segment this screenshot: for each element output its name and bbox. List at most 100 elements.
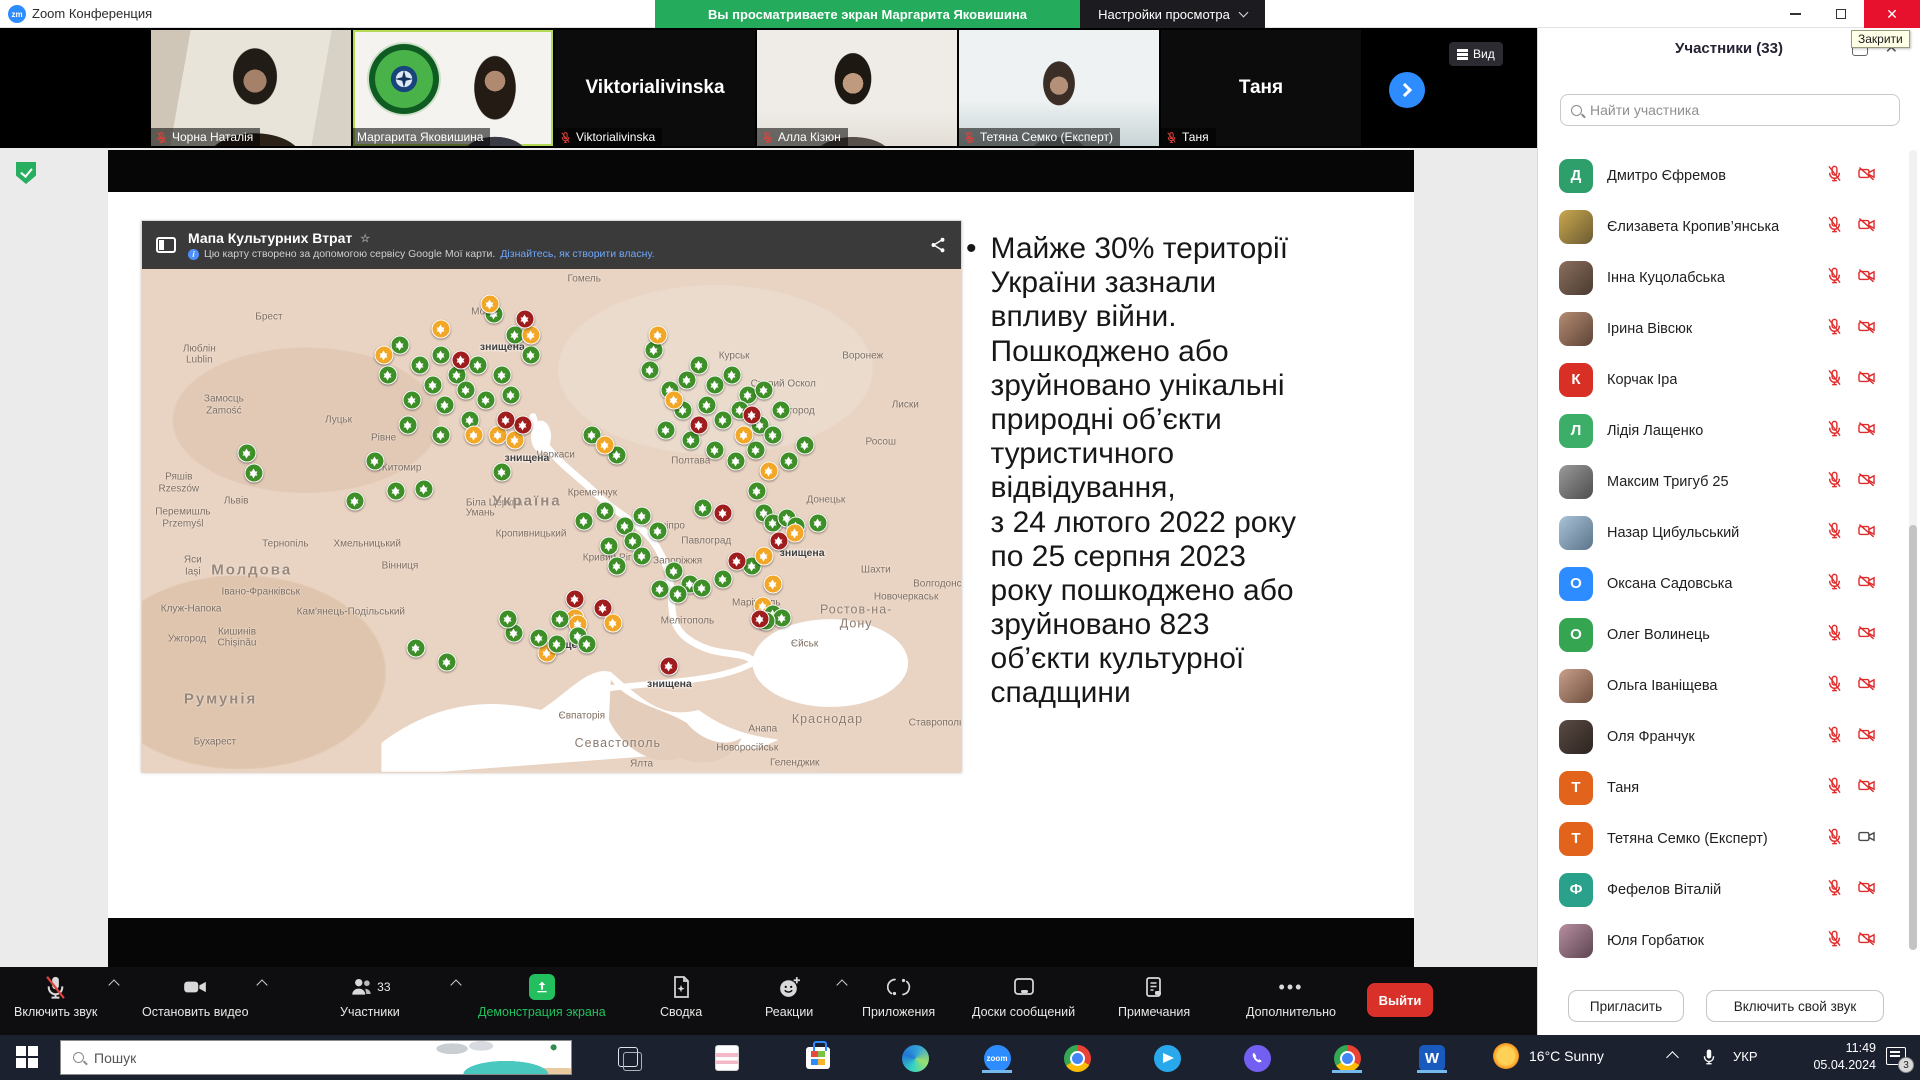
share-screen-button[interactable]: Демонстрация экрана <box>478 973 606 1019</box>
mic-muted-icon[interactable] <box>1825 470 1844 494</box>
marker-destroyed-red[interactable] <box>743 406 762 425</box>
marker-damaged-green[interactable] <box>550 609 569 628</box>
participant-row[interactable]: ККорчак Іра <box>1538 354 1920 405</box>
leave-button[interactable]: Выйти <box>1367 983 1433 1017</box>
apps-button[interactable]: Приложения <box>862 973 935 1019</box>
camera-off-icon[interactable] <box>1857 215 1876 239</box>
map-create-link[interactable]: Дізнайтесь, як створити власну. <box>500 248 654 260</box>
marker-damaged-green[interactable] <box>608 557 627 576</box>
marker-damaged-green[interactable] <box>436 396 455 415</box>
marker-damaged-green[interactable] <box>763 426 782 445</box>
marker-damaged-orange[interactable] <box>481 295 500 314</box>
marker-damaged-orange[interactable] <box>431 320 450 339</box>
mic-muted-icon[interactable] <box>1825 827 1844 851</box>
mic-muted-icon[interactable] <box>1825 368 1844 392</box>
marker-damaged-green[interactable] <box>501 386 520 405</box>
marker-destroyed-red[interactable] <box>516 310 535 329</box>
scrollbar-thumb[interactable] <box>1909 525 1917 950</box>
marker-damaged-green[interactable] <box>548 634 567 653</box>
marker-damaged-green[interactable] <box>476 391 495 410</box>
camera-off-icon[interactable] <box>1857 776 1876 800</box>
marker-damaged-green[interactable] <box>599 537 618 556</box>
stop-video-button[interactable]: Остановить видео <box>142 973 249 1019</box>
video-tile[interactable]: Маргарита Яковишина <box>353 30 553 146</box>
marker-damaged-green[interactable] <box>657 421 676 440</box>
close-button[interactable]: ✕ <box>1864 0 1920 28</box>
video-tile[interactable]: Тетяна Семко (Експерт) <box>959 30 1159 146</box>
marker-destroyed-red[interactable] <box>660 657 679 676</box>
marker-damaged-orange[interactable] <box>763 575 782 594</box>
marker-damaged-green[interactable] <box>431 345 450 364</box>
whiteboards-button[interactable]: Доски сообщений <box>972 973 1075 1019</box>
mic-muted-icon[interactable] <box>1825 623 1844 647</box>
more-button[interactable]: ••• Дополнительно <box>1246 973 1336 1019</box>
marker-damaged-green[interactable] <box>748 481 767 500</box>
maximize-button[interactable] <box>1818 0 1864 28</box>
mic-muted-icon[interactable] <box>1825 776 1844 800</box>
tray-chevron-icon[interactable] <box>1666 1051 1679 1064</box>
marker-damaged-green[interactable] <box>407 639 426 658</box>
participant-search[interactable] <box>1560 94 1900 126</box>
marker-damaged-green[interactable] <box>665 561 684 580</box>
marker-damaged-orange[interactable] <box>759 461 778 480</box>
marker-damaged-orange[interactable] <box>648 325 667 344</box>
weather-widget[interactable]: 16°C Sunny <box>1493 1043 1604 1069</box>
participant-row[interactable]: ЛЛідія Лащенко <box>1538 405 1920 456</box>
marker-damaged-green[interactable] <box>694 499 713 518</box>
marker-damaged-green[interactable] <box>640 360 659 379</box>
participant-row[interactable]: ДДмитро Єфремов <box>1538 150 1920 201</box>
notes-button[interactable]: Примечания <box>1118 973 1190 1019</box>
participant-row[interactable]: Ольга Іваніщева <box>1538 660 1920 711</box>
marker-damaged-green[interactable] <box>492 463 511 482</box>
video-tile[interactable]: ViktorialivinskaViktorialivinska <box>555 30 755 146</box>
participant-row[interactable]: Інна Куцолабська <box>1538 252 1920 303</box>
marker-damaged-green[interactable] <box>399 416 418 435</box>
mic-muted-icon[interactable] <box>1825 215 1844 239</box>
taskbar-clock[interactable]: 11:49 05.04.2024 <box>1788 1040 1876 1074</box>
map-panel-toggle-icon[interactable] <box>156 237 176 253</box>
participant-row[interactable]: Єлизавета Кропив’янська <box>1538 201 1920 252</box>
marker-damaged-green[interactable] <box>668 585 687 604</box>
mic-muted-icon[interactable] <box>1825 521 1844 545</box>
participant-row[interactable]: Оля Франчук <box>1538 711 1920 762</box>
view-button[interactable]: Вид <box>1449 42 1503 66</box>
invite-button[interactable]: Пригласить <box>1568 990 1684 1022</box>
taskbar-app-word[interactable]: W <box>1417 1043 1447 1073</box>
taskbar-app-store[interactable] <box>803 1043 833 1073</box>
camera-off-icon[interactable] <box>1857 419 1876 443</box>
marker-destroyed-red[interactable] <box>566 590 585 609</box>
marker-damaged-green[interactable] <box>747 441 766 460</box>
marker-destroyed-red[interactable] <box>750 609 769 628</box>
marker-damaged-green[interactable] <box>796 436 815 455</box>
marker-damaged-green[interactable] <box>773 609 792 628</box>
marker-damaged-green[interactable] <box>456 380 475 399</box>
summary-button[interactable]: Сводка <box>660 973 702 1019</box>
marker-damaged-green[interactable] <box>595 501 614 520</box>
marker-destroyed-red[interactable] <box>770 532 789 551</box>
camera-off-icon[interactable] <box>1857 368 1876 392</box>
unmute-button[interactable]: Включить звук <box>14 973 97 1019</box>
camera-off-icon[interactable] <box>1857 521 1876 545</box>
participant-row[interactable]: Юля Горбатюк <box>1538 915 1920 966</box>
video-tile[interactable]: ТаняТаня <box>1161 30 1361 146</box>
marker-damaged-orange[interactable] <box>595 436 614 455</box>
marker-damaged-green[interactable] <box>706 441 725 460</box>
marker-destroyed-red[interactable] <box>497 411 516 430</box>
marker-damaged-green[interactable] <box>632 547 651 566</box>
camera-off-icon[interactable] <box>1857 929 1876 953</box>
participant-row[interactable]: ООксана Садовська <box>1538 558 1920 609</box>
marker-destroyed-red[interactable] <box>452 350 471 369</box>
camera-off-icon[interactable] <box>1857 470 1876 494</box>
task-view-button[interactable] <box>618 1047 638 1067</box>
marker-damaged-green[interactable] <box>386 481 405 500</box>
marker-damaged-green[interactable] <box>438 653 457 672</box>
language-indicator[interactable]: УКР <box>1733 1049 1758 1064</box>
video-options-chevron[interactable] <box>256 979 267 990</box>
camera-off-icon[interactable] <box>1857 266 1876 290</box>
marker-damaged-green[interactable] <box>345 491 364 510</box>
camera-off-icon[interactable] <box>1857 623 1876 647</box>
reactions-options-chevron[interactable] <box>836 979 847 990</box>
next-page-button[interactable] <box>1389 72 1425 108</box>
marker-damaged-green[interactable] <box>693 579 712 598</box>
camera-off-icon[interactable] <box>1857 317 1876 341</box>
